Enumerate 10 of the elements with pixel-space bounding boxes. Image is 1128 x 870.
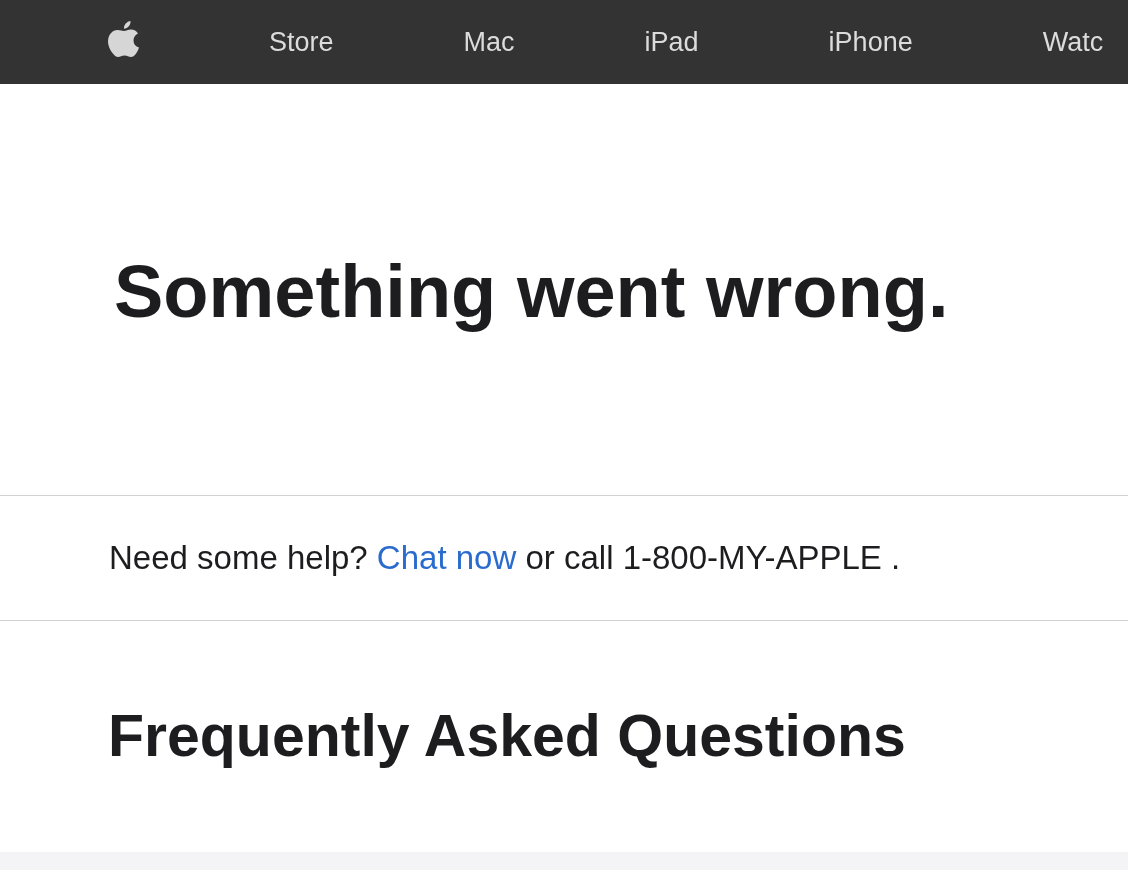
section-heading: Frequently Asked Questions [108,702,906,771]
nav-link[interactable]: Mac [463,26,515,58]
apple-icon[interactable] [108,21,139,57]
chat-link[interactable]: Chat now [376,539,517,577]
nav-link[interactable]: iPhone [828,26,913,58]
page-heading: Something went wrong. [114,250,949,333]
nav-link[interactable]: iPad [644,26,699,58]
help-text: Need some help? Chat now or call 1-800-MY-APPLE . [109,538,901,578]
nav-link[interactable]: Store [269,26,334,58]
nav-link[interactable]: Watc [1042,26,1104,58]
